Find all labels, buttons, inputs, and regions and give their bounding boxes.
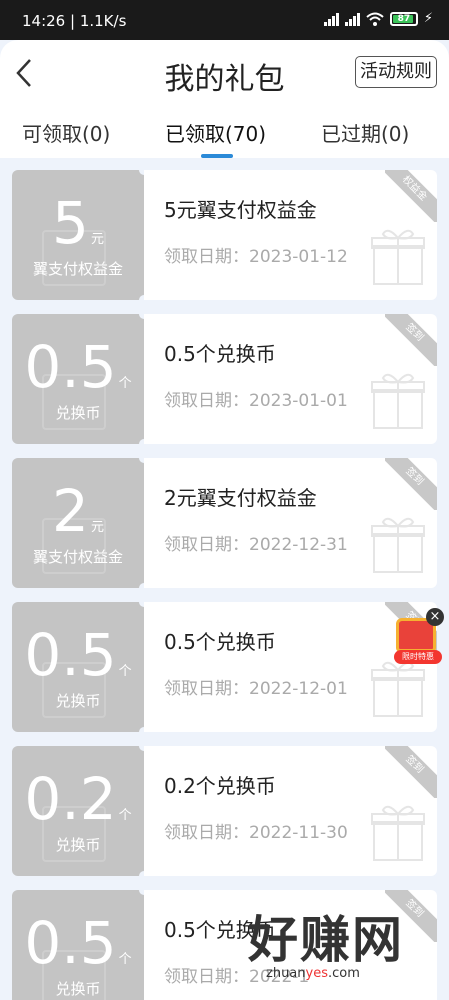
gift-card-info: 0.2个兑换币 领取日期：2022-11-30 签到 bbox=[144, 746, 437, 876]
gift-ribbon: 权益金 bbox=[385, 170, 437, 222]
gift-card-value-panel: 2元 翼支付权益金 bbox=[12, 458, 144, 588]
gift-title: 0.5个兑换币 bbox=[164, 342, 276, 366]
header: 我的礼包 活动规则 可领取(0) 已领取(70) 已过期(0) bbox=[0, 40, 449, 158]
gift-date: 领取日期：2023-01-01 bbox=[164, 391, 348, 411]
gift-kind: 翼支付权益金 bbox=[32, 260, 123, 278]
watermark-url: zhuanyes.com bbox=[266, 966, 360, 981]
signal-icon bbox=[323, 12, 339, 26]
gift-card-value-panel: 5元 翼支付权益金 bbox=[12, 170, 144, 300]
gift-card[interactable]: 0.5 个 兑换币 0.5个兑换币 领取日期：2023-01-01 签到 bbox=[12, 309, 437, 449]
gift-kind: 兑换币 bbox=[55, 692, 101, 710]
gift-date: 领取日期：2022-12-01 bbox=[164, 679, 348, 699]
gift-card[interactable]: 2元 翼支付权益金 2元翼支付权益金 领取日期：2022-12-31 签到 bbox=[12, 453, 437, 593]
limited-offer-label: 限时特惠 bbox=[394, 650, 442, 664]
tab-bar: 可领取(0) 已领取(70) 已过期(0) bbox=[0, 118, 449, 158]
gift-card[interactable]: 0.5个 兑换币 0.5个兑换币 领取日期：2022-12-01 签到 bbox=[12, 597, 437, 737]
gift-date: 领取日期：2022-11-30 bbox=[164, 823, 348, 843]
status-bar: 14:26 | 1.1K/s 87 ⚡ bbox=[0, 0, 449, 40]
site-watermark: 好赚网 zhuanyes.com bbox=[248, 900, 448, 1000]
tab-claimed[interactable]: 已领取(70) bbox=[165, 118, 266, 147]
gift-card-value-panel: 0.5 个 兑换币 bbox=[12, 602, 144, 732]
signal-icon-2 bbox=[344, 12, 360, 26]
gift-list: 5元 翼支付权益金 5元翼支付权益金 领取日期：2023-01-12 权益金 0… bbox=[0, 158, 449, 1000]
gift-icon bbox=[371, 373, 425, 429]
wifi-icon bbox=[366, 12, 384, 26]
gift-date: 领取日期：2022-12-31 bbox=[164, 535, 348, 555]
gift-card[interactable]: 0.2 个 兑换币 0.2个兑换币 领取日期：2022-11-30 签到 bbox=[12, 741, 437, 881]
gift-icon bbox=[371, 661, 425, 717]
gift-card-value-panel: 0.5 个 兑换币 bbox=[12, 890, 144, 1000]
limited-offer-float-button[interactable]: 限时特惠 × bbox=[394, 608, 446, 664]
gift-kind: 兑换币 bbox=[55, 404, 101, 422]
gift-card[interactable]: 5元 翼支付权益金 5元翼支付权益金 领取日期：2023-01-12 权益金 bbox=[12, 165, 437, 305]
gift-title: 5元翼支付权益金 bbox=[164, 198, 317, 222]
status-time: 14:26 | 1.1K/s bbox=[22, 12, 127, 30]
watermark-logo-text: 好赚网 bbox=[248, 911, 404, 969]
gift-kind: 兑换币 bbox=[55, 836, 101, 854]
gift-icon bbox=[371, 517, 425, 573]
gift-kind: 翼支付权益金 bbox=[32, 548, 123, 566]
gift-icon bbox=[371, 805, 425, 861]
gift-title: 0.2个兑换币 bbox=[164, 774, 276, 798]
gift-ribbon: 签到 bbox=[385, 314, 437, 366]
gift-card-info: 2元翼支付权益金 领取日期：2022-12-31 签到 bbox=[144, 458, 437, 588]
charging-icon: ⚡ bbox=[423, 11, 433, 26]
tab-available[interactable]: 可领取(0) bbox=[22, 118, 110, 147]
gift-card-value-panel: 0.2 个 兑换币 bbox=[12, 746, 144, 876]
gift-title: 2元翼支付权益金 bbox=[164, 486, 317, 510]
gift-ribbon: 签到 bbox=[385, 746, 437, 798]
gift-title: 0.5个兑换币 bbox=[164, 630, 276, 654]
gift-card-value-panel: 0.5 个 兑换币 bbox=[12, 314, 144, 444]
tab-expired[interactable]: 已过期(0) bbox=[321, 118, 409, 147]
gift-icon bbox=[371, 229, 425, 285]
battery-icon: 87 bbox=[389, 11, 418, 26]
gift-date: 领取日期：2023-01-12 bbox=[164, 247, 348, 267]
gift-card-info: 5元翼支付权益金 领取日期：2023-01-12 权益金 bbox=[144, 170, 437, 300]
close-icon[interactable]: × bbox=[426, 608, 444, 626]
status-icons: 87 ⚡ bbox=[323, 11, 433, 26]
gift-ribbon: 签到 bbox=[385, 458, 437, 510]
activity-rules-button[interactable]: 活动规则 bbox=[355, 56, 437, 88]
gift-kind: 兑换币 bbox=[55, 980, 101, 998]
gift-card-info: 0.5个兑换币 领取日期：2023-01-01 签到 bbox=[144, 314, 437, 444]
